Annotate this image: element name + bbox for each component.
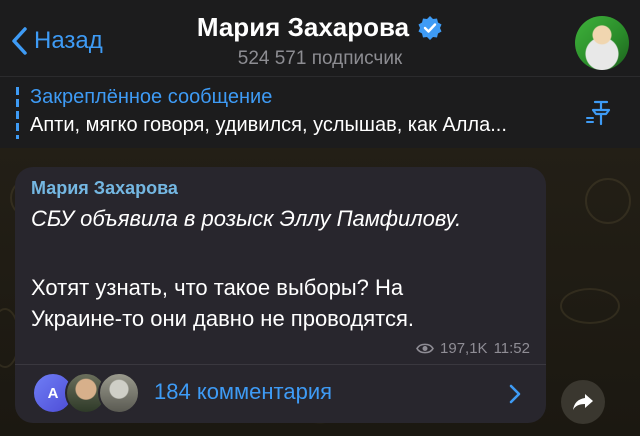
back-button[interactable]: Назад xyxy=(10,24,103,58)
pinned-indicator xyxy=(16,87,19,139)
pin-icon[interactable] xyxy=(583,98,617,128)
message-body-line: Хотят узнать, что такое выборы? На xyxy=(31,275,404,300)
chevron-left-icon xyxy=(12,27,27,55)
pinned-text: Апти, мягко говоря, удивился, услышав, к… xyxy=(30,114,507,136)
chevron-right-icon xyxy=(509,384,521,404)
message-bubble[interactable]: Мария Захарова СБУ объявила в розыск Элл… xyxy=(15,167,546,423)
comments-button[interactable]: А 184 комментария xyxy=(15,365,546,423)
wallpaper-doodle xyxy=(585,178,631,224)
channel-avatar[interactable] xyxy=(575,16,629,70)
pinned-title: Закреплённое сообщение xyxy=(30,86,273,108)
back-label: Назад xyxy=(34,27,103,54)
verified-badge-icon xyxy=(418,15,442,40)
subscriber-count: 524 571 подписчик xyxy=(237,48,403,69)
message-meta: 197,1K 11:52 xyxy=(416,340,530,357)
commenter-avatar xyxy=(98,372,140,414)
eye-icon xyxy=(416,343,434,354)
message-time: 11:52 xyxy=(493,340,530,357)
message-author[interactable]: Мария Захарова xyxy=(31,178,178,199)
message-headline: СБУ объявила в розыск Эллу Памфилову. xyxy=(31,206,462,231)
wallpaper-doodle xyxy=(560,288,620,324)
comments-count-label: 184 комментария xyxy=(154,379,333,404)
chat-header: Назад Мария Захарова 524 571 подписчик xyxy=(0,0,640,76)
share-arrow-icon xyxy=(573,394,593,410)
message-body-line: Украине-то они давно не проводятся. xyxy=(31,306,414,331)
view-count: 197,1K xyxy=(440,340,488,357)
pinned-message-bar[interactable]: Закреплённое сообщение Апти, мягко говор… xyxy=(0,76,640,148)
channel-name: Мария Захарова xyxy=(196,12,410,42)
channel-title-block[interactable]: Мария Захарова 524 571 подписчик xyxy=(170,12,470,70)
message-body: Хотят узнать, что такое выборы? На Украи… xyxy=(31,272,511,334)
share-button[interactable] xyxy=(561,380,605,424)
